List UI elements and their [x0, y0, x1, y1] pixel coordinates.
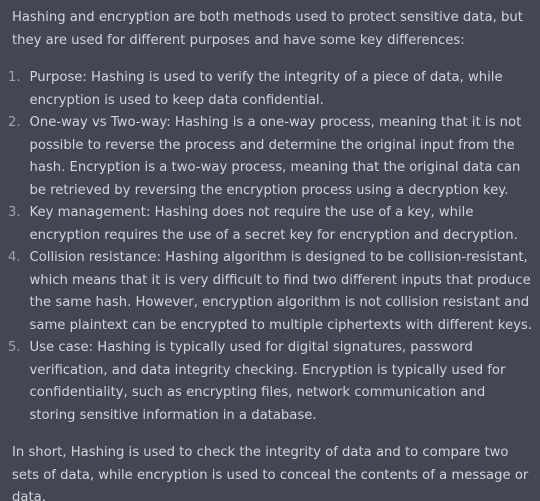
list-item-text: One-way vs Two-way: Hashing is a one-way…	[29, 115, 522, 198]
list-item-number: 4.	[8, 250, 21, 265]
list-item-number: 1.	[8, 70, 21, 85]
list-item-number: 3.	[8, 205, 21, 220]
list-item: 2. One-way vs Two-way: Hashing is a one-…	[8, 112, 532, 202]
list-item-number: 5.	[8, 340, 21, 355]
list-item-text: Use case: Hashing is typically used for …	[29, 340, 506, 423]
list-item: 4. Collision resistance: Hashing algorit…	[8, 247, 532, 337]
list-item-text: Key management: Hashing does not require…	[29, 205, 518, 243]
list-item: 1. Purpose: Hashing is used to verify th…	[8, 67, 532, 112]
assistant-response: Hashing and encryption are both methods …	[0, 0, 540, 501]
differences-list: 1. Purpose: Hashing is used to verify th…	[8, 67, 532, 427]
list-item: 5. Use case: Hashing is typically used f…	[8, 337, 532, 427]
conclusion-paragraph: In short, Hashing is used to check the i…	[12, 445, 529, 501]
list-item-text: Collision resistance: Hashing algorithm …	[29, 250, 532, 333]
list-item-number: 2.	[8, 115, 21, 130]
list-item: 3. Key management: Hashing does not requ…	[8, 202, 532, 247]
intro-paragraph: Hashing and encryption are both methods …	[12, 10, 523, 48]
list-item-text: Purpose: Hashing is used to verify the i…	[29, 70, 503, 108]
